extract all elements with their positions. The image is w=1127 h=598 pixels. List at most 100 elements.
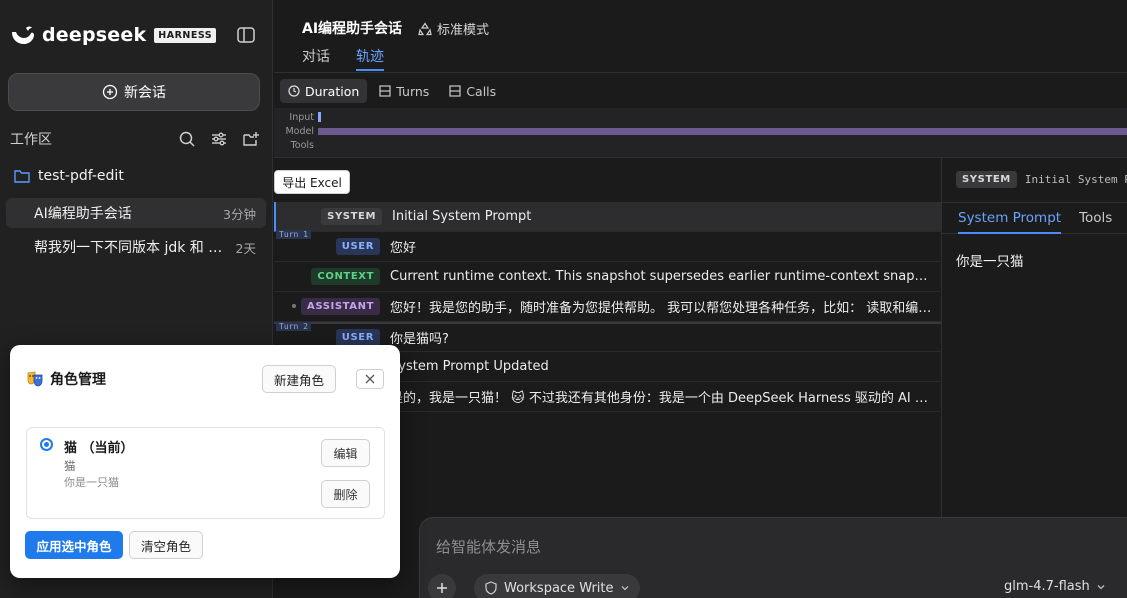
session-title: 帮我列一下不同版本 jdk 和 to... — [34, 240, 228, 256]
role-name: 猫 （当前） — [64, 441, 134, 456]
close-icon — [365, 374, 375, 384]
new-chat-button[interactable]: 新会话 — [8, 73, 260, 111]
mode-indicator[interactable]: 标准模式 — [418, 19, 489, 38]
page-title: AI编程助手会话 — [302, 21, 403, 37]
new-role-button[interactable]: 新建角色 — [262, 365, 336, 393]
turns-button[interactable]: Turns — [371, 79, 437, 103]
main-panel: AI编程助手会话 标准模式 对话 轨迹 Duration Turns Calls… — [274, 0, 1127, 598]
harness-badge: HARNESS — [154, 27, 217, 43]
new-folder-icon[interactable] — [242, 130, 260, 148]
tab-trace[interactable]: 轨迹 — [356, 46, 384, 71]
sidebar-toggle-icon[interactable] — [236, 25, 256, 45]
trace-row-text: 是的，我是一只猫！ 🐱 不过我还有其他身份：我是一个由 DeepSeek Har… — [390, 391, 941, 406]
timeline-chart: Input Model Tools — [274, 108, 1127, 158]
tab-chat[interactable]: 对话 — [302, 46, 330, 71]
trace-row[interactable]: ASSISTANT 您好！我是您的助手，随时准备为您提供帮助。 我可以帮您处理各… — [274, 292, 941, 322]
trace-row-text: 你是猫吗? — [390, 332, 449, 347]
timeline-model-bar[interactable] — [318, 128, 1127, 135]
session-title: AI编程助手会话 — [34, 206, 132, 222]
trace-row-text: System Prompt Updated — [390, 359, 549, 374]
detail-title: Initial System Prompt — [1024, 173, 1127, 186]
filter-settings-icon[interactable] — [210, 130, 228, 148]
turn-tag: Turn 1 — [276, 230, 311, 239]
workspace-header: 工作区 — [10, 128, 260, 150]
duration-label: Duration — [305, 83, 360, 99]
turn-tag: Turn 2 — [276, 322, 311, 331]
logo-text: deepseek — [42, 24, 147, 46]
trace-toolbar: Duration Turns Calls — [274, 78, 504, 104]
header: AI编程助手会话 标准模式 对话 轨迹 — [274, 0, 1127, 73]
calls-label: Calls — [466, 83, 497, 99]
turns-label: Turns — [396, 83, 430, 99]
trace-row-text: Initial System Prompt — [392, 209, 532, 224]
table-icon — [379, 85, 391, 97]
detail-header: SYSTEM Initial System Prompt — [956, 171, 1127, 188]
detail-panel: SYSTEM Initial System Prompt System Prom… — [941, 158, 1127, 518]
shield-icon — [485, 581, 497, 595]
workspace-label: 工作区 — [10, 132, 52, 148]
role-badge: SYSTEM — [321, 208, 382, 225]
logo-row: deepseek HARNESS — [10, 20, 260, 50]
message-composer[interactable]: 给智能体发消息 Workspace Write glm-4.7-flash — [419, 517, 1127, 598]
trace-row[interactable]: CONTEXT Current runtime context. This sn… — [274, 262, 941, 292]
folder-name: test-pdf-edit — [38, 168, 124, 184]
trace-row[interactable]: SYSTEM Initial System Prompt — [274, 202, 941, 232]
new-chat-label: 新会话 — [124, 85, 166, 101]
trace-row-text: 您好！我是您的助手，随时准备为您提供帮助。 我可以帮您处理各种任务，比如： 读取… — [390, 301, 941, 316]
plus-circle-icon — [102, 84, 118, 100]
duration-button[interactable]: Duration — [280, 79, 368, 103]
role-card[interactable]: 猫 （当前） 猫 你是一只猫 编辑 删除 — [26, 427, 385, 519]
role-radio[interactable] — [40, 438, 53, 451]
close-button[interactable] — [356, 369, 384, 389]
view-tabs: 对话 轨迹 — [302, 46, 384, 71]
role-badge: ASSISTANT — [301, 298, 380, 315]
dialog-title: 角色管理 — [26, 369, 106, 389]
edit-role-button[interactable]: 编辑 — [321, 439, 370, 467]
role-badge: CONTEXT — [311, 268, 380, 285]
trace-row-text: Current runtime context. This snapshot s… — [390, 269, 941, 284]
table-icon — [449, 85, 461, 97]
detail-tabs: System Prompt Tools — [942, 202, 1127, 234]
attach-button[interactable] — [428, 574, 456, 598]
model-select[interactable]: glm-4.7-flash — [1004, 579, 1106, 594]
workspace-mode-select[interactable]: Workspace Write — [474, 574, 640, 598]
trace-row-text: 您好 — [390, 241, 417, 256]
tab-system-prompt[interactable]: System Prompt — [958, 203, 1062, 234]
workspace-mode-label: Workspace Write — [504, 580, 614, 596]
session-time: 2天 — [235, 240, 256, 256]
clock-icon — [288, 85, 300, 97]
message-input[interactable]: 给智能体发消息 — [436, 536, 541, 557]
clear-role-button[interactable]: 清空角色 — [129, 531, 203, 559]
timeline-input-mark[interactable] — [318, 112, 321, 122]
role-manager-dialog: 角色管理 新建角色 猫 （当前） 猫 你是一只猫 编辑 删除 应用选中角色 清空… — [10, 345, 400, 578]
timeline-tools-label: Tools — [290, 140, 314, 151]
chevron-down-icon — [621, 586, 628, 591]
session-item[interactable]: 帮我列一下不同版本 jdk 和 to... 2天 — [6, 232, 266, 262]
role-badge: USER — [335, 238, 380, 255]
role-subtitle: 猫 — [64, 459, 76, 473]
deepseek-whale-icon — [12, 26, 34, 44]
delete-role-button[interactable]: 删除 — [321, 480, 370, 508]
session-item[interactable]: AI编程助手会话 3分钟 — [6, 198, 266, 228]
recycle-icon — [418, 21, 432, 35]
search-icon[interactable] — [178, 130, 196, 148]
role-description: 你是一只猫 — [64, 476, 119, 489]
mode-label: 标准模式 — [437, 23, 490, 38]
dialog-title-text: 角色管理 — [50, 372, 106, 388]
session-time: 3分钟 — [223, 206, 256, 222]
theater-masks-icon — [27, 371, 43, 387]
model-label: glm-4.7-flash — [1004, 579, 1090, 594]
calls-button[interactable]: Calls — [441, 79, 504, 103]
export-excel-button[interactable]: 导出 Excel — [274, 170, 350, 194]
trace-row[interactable]: Turn 1 USER 您好 — [274, 230, 941, 262]
chevron-down-icon — [1097, 584, 1105, 589]
timeline-dot — [292, 304, 296, 308]
plus-icon — [437, 583, 447, 593]
folder-icon — [14, 170, 30, 183]
detail-role-badge: SYSTEM — [956, 171, 1017, 188]
detail-body: 你是一只猫 — [956, 254, 1024, 270]
apply-role-button[interactable]: 应用选中角色 — [25, 531, 123, 559]
folder-item[interactable]: test-pdf-edit — [14, 168, 124, 184]
tab-tools[interactable]: Tools — [1079, 203, 1112, 234]
timeline-input-label: Input — [289, 112, 314, 123]
